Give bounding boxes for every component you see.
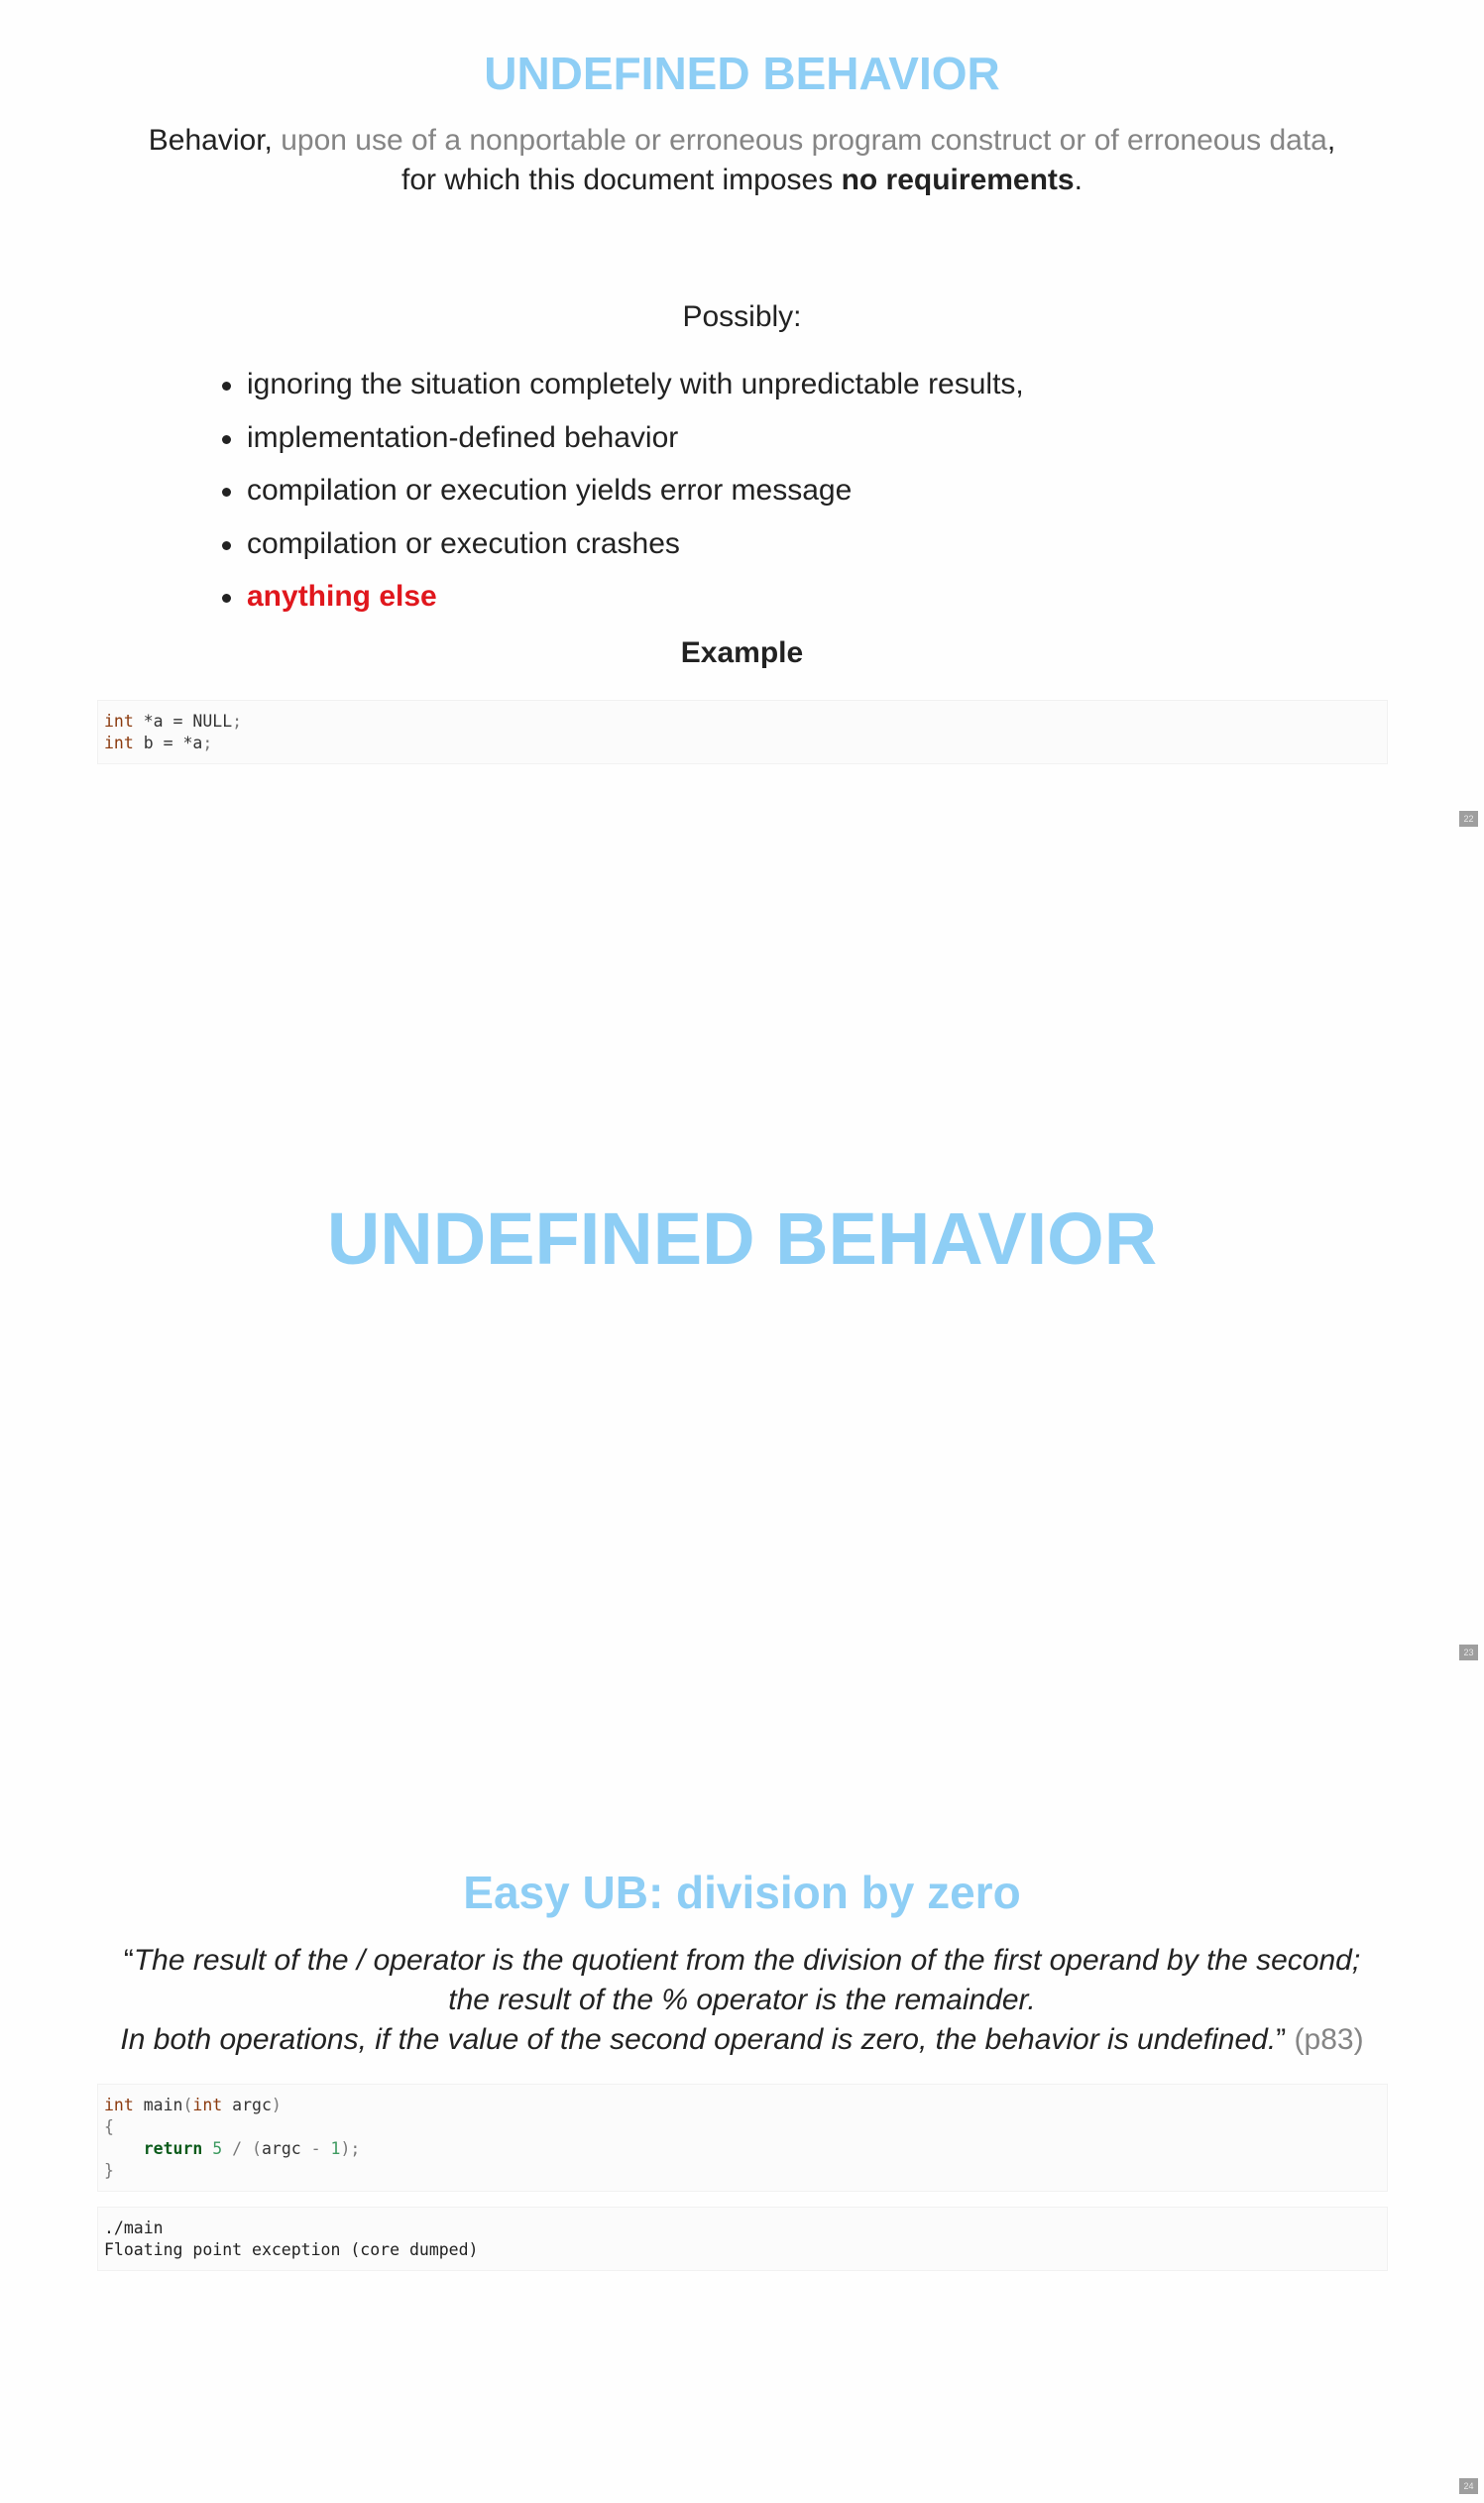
code-text: *a = NULL (133, 712, 233, 731)
quote-open-mark: “ (123, 1944, 134, 1977)
code-punct: ( (182, 2096, 193, 2114)
definition-end: . (1074, 164, 1083, 196)
quote-text: The result of the / operator is the quot… (133, 1944, 1361, 1977)
output-block: ./main Floating point exception (core du… (97, 2207, 1388, 2271)
definition-line-2: for which this document imposes no requi… (0, 161, 1484, 200)
code-punct: - (300, 2139, 331, 2158)
list-item-text-highlight: anything else (247, 580, 437, 613)
code-line: int b = *a; (98, 733, 1387, 754)
page-number: 24 (1459, 2478, 1478, 2494)
section-title: UNDEFINED BEHAVIOR (326, 1197, 1158, 1280)
slide-23: UNDEFINED BEHAVIOR 23 (0, 834, 1484, 1667)
code-keyword: int (192, 2096, 223, 2114)
definition-line2-start: for which this document imposes (401, 164, 842, 196)
code-text: main (133, 2096, 183, 2114)
code-line: int main(int argc) (98, 2095, 1387, 2116)
definition-comma: , (1326, 124, 1336, 157)
list-item: compilation or execution crashes (216, 517, 1024, 571)
bullet-icon (222, 382, 231, 391)
code-keyword: int (104, 2096, 134, 2114)
code-number: 5 (202, 2139, 223, 2158)
code-keyword: return (143, 2139, 203, 2158)
quote-close-mark: ” (1276, 2023, 1287, 2056)
code-punct: ( (252, 2139, 262, 2158)
slide-title: UNDEFINED BEHAVIOR (484, 48, 1000, 99)
code-keyword: int (104, 734, 134, 752)
list-item-text: compilation or execution yields error me… (247, 474, 853, 507)
slide-22: UNDEFINED BEHAVIOR Behavior, upon use of… (0, 0, 1484, 834)
page-number: 22 (1459, 811, 1478, 827)
code-line: } (104, 2161, 114, 2180)
possibly-label: Possibly: (682, 300, 802, 333)
bullet-icon (222, 434, 231, 444)
code-punct: ) (271, 2096, 282, 2114)
list-item: compilation or execution yields error me… (216, 464, 1024, 517)
output-line: ./main (104, 2219, 164, 2237)
code-punct: ; (202, 734, 213, 752)
code-block: int *a = NULL; int b = *a; (97, 700, 1388, 764)
list-item: ignoring the situation completely with u… (216, 358, 1024, 411)
list-item-text: implementation-defined behavior (247, 420, 679, 454)
slide-title: Easy UB: division by zero (463, 1867, 1021, 1918)
example-label: Example (680, 636, 804, 669)
quote-line-1: “The result of the / operator is the quo… (0, 1941, 1484, 1981)
definition-gray-text: upon use of a nonportable or erroneous p… (281, 124, 1327, 157)
code-number: 1 (330, 2139, 341, 2158)
bullet-icon (222, 488, 231, 497)
bullet-icon (222, 594, 231, 603)
list-item: anything else (216, 570, 1024, 624)
list-item-text: ignoring the situation completely with u… (247, 368, 1024, 400)
definition-bold-text: no requirements (841, 164, 1075, 196)
code-line: return 5 / (argc - 1); (98, 2138, 1387, 2160)
code-line: int *a = NULL; (98, 711, 1387, 733)
code-punct: / (222, 2139, 253, 2158)
list-item-text: compilation or execution crashes (247, 526, 680, 560)
code-text: argc (222, 2096, 272, 2114)
code-keyword: int (104, 712, 134, 731)
definition-line-1: Behavior, upon use of a nonportable or e… (0, 121, 1484, 161)
code-punct: ; (232, 712, 243, 731)
quote-citation: (p83) (1294, 2023, 1364, 2056)
bullet-icon (222, 540, 231, 550)
slide-24: Easy UB: division by zero “The result of… (0, 1667, 1484, 2503)
quote-line-3: In both operations, if the value of the … (0, 2020, 1484, 2060)
code-punct: ); (340, 2139, 361, 2158)
code-text: b = *a (133, 734, 203, 752)
code-line: { (104, 2117, 114, 2136)
list-item: implementation-defined behavior (216, 411, 1024, 465)
quote-line-2: the result of the % operator is the rema… (448, 1984, 1036, 2016)
code-text: argc (261, 2139, 301, 2158)
page-number: 23 (1459, 1645, 1478, 1660)
code-block: int main(int argc) { return 5 / (argc - … (97, 2084, 1388, 2192)
definition-prefix: Behavior, (148, 124, 282, 157)
quote-text: In both operations, if the value of the … (120, 2023, 1277, 2056)
possibilities-list: ignoring the situation completely with u… (216, 358, 1024, 624)
output-line: Floating point exception (core dumped) (104, 2240, 479, 2259)
